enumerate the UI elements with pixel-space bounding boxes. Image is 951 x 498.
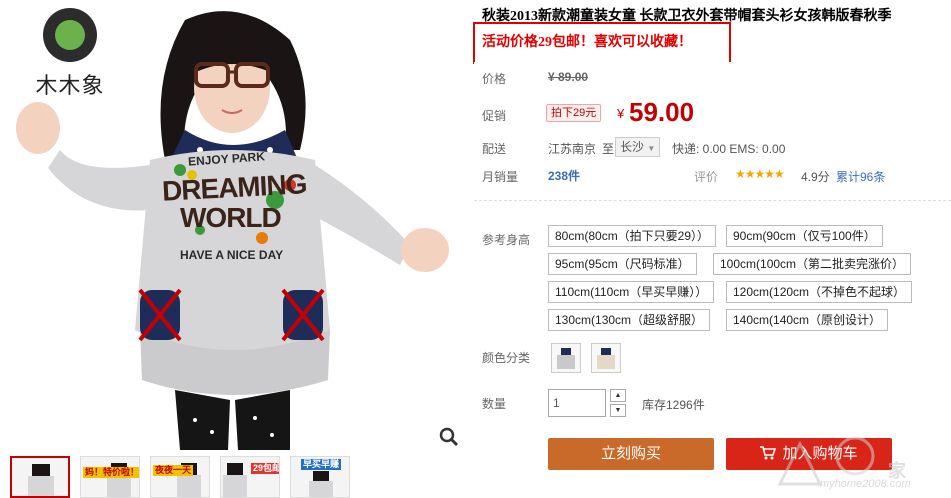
quantity-increase-button[interactable]: ▲ bbox=[610, 389, 626, 402]
thumbnail-strip: 妈！特价啦！ 夜夜一天 29包邮 早买早赚 bbox=[0, 456, 462, 498]
main-product-image[interactable]: ENJOY PARK DREAMING WORLD HAVE A NICE DA… bbox=[0, 0, 462, 450]
size-option-95[interactable]: 95cm(95cm（尺码标准） bbox=[548, 253, 697, 275]
thumbnail-label: 夜夜一天 bbox=[153, 465, 194, 476]
thumbnail-photo bbox=[177, 463, 201, 497]
product-gallery: ENJOY PARK DREAMING WORLD HAVE A NICE DA… bbox=[0, 0, 462, 498]
rating-value: 4.9分 bbox=[801, 170, 830, 184]
buy-now-button[interactable]: 立刻购买 bbox=[548, 438, 714, 470]
color-label: 颜色分类 bbox=[482, 351, 531, 365]
sale-price: 59.00 bbox=[629, 97, 695, 127]
destination-select[interactable]: 长沙 ▼ bbox=[615, 137, 661, 157]
promo-label: 促销 bbox=[482, 109, 507, 123]
shirt-print-line-3: WORLD bbox=[180, 202, 282, 233]
thumbnail-4[interactable]: 29包邮 bbox=[220, 456, 280, 498]
quantity-label: 数量 bbox=[482, 397, 507, 411]
shipping-fees: 快递: 0.00 EMS: 0.00 bbox=[672, 142, 786, 156]
sales-label: 月销量 bbox=[482, 170, 519, 184]
brand-badge bbox=[43, 8, 97, 62]
color-option-gray[interactable] bbox=[551, 343, 581, 373]
thumbnail-label: 妈！特价啦！ bbox=[83, 467, 140, 478]
shirt-print-line-4: HAVE A NICE DAY bbox=[180, 248, 284, 262]
quantity-decrease-button[interactable]: ▼ bbox=[610, 404, 626, 417]
site-watermark: 家 myhome2008.com bbox=[760, 424, 951, 498]
price-label: 价格 bbox=[482, 72, 507, 86]
brand-badge-center bbox=[55, 20, 85, 50]
size-option-80[interactable]: 80cm(80cm（拍下只要29）） bbox=[548, 225, 717, 247]
section-divider bbox=[474, 200, 951, 201]
height-label: 参考身高 bbox=[482, 233, 531, 247]
rating-label: 评价 bbox=[694, 170, 719, 184]
thumbnail-photo bbox=[28, 464, 54, 496]
brand-name: 木木象 bbox=[35, 74, 105, 99]
chevron-down-icon: ▼ bbox=[647, 144, 656, 153]
brand-logo: 木木象 bbox=[30, 8, 110, 99]
thumbnail-label: 早买早赚 bbox=[301, 459, 342, 470]
chevron-down-icon: ▼ bbox=[614, 407, 622, 414]
shipping-to: 至 bbox=[602, 142, 615, 156]
size-option-110[interactable]: 110cm(110cm（早买早赚）） bbox=[548, 281, 715, 303]
color-option-beige[interactable] bbox=[591, 343, 621, 373]
size-option-90[interactable]: 90cm(90cm（仅亏100件） bbox=[726, 225, 883, 247]
original-price: ¥ 89.00 bbox=[548, 70, 589, 84]
size-option-130[interactable]: 130cm(130cm（超级舒服） bbox=[548, 309, 711, 331]
magnifier-icon[interactable] bbox=[438, 426, 460, 448]
sales-count: 238件 bbox=[548, 169, 581, 183]
reviews-link[interactable]: 累计96条 bbox=[836, 168, 885, 185]
color-swatch-image bbox=[557, 348, 575, 369]
size-option-100[interactable]: 100cm(100cm（第二批卖完涨价） bbox=[713, 253, 912, 275]
currency-symbol: ¥ bbox=[617, 106, 625, 121]
rating-stars: ★★★★★ bbox=[735, 167, 785, 181]
size-option-120[interactable]: 120cm(120cm（不掉色不起球） bbox=[726, 281, 913, 303]
shipping-label: 配送 bbox=[482, 142, 507, 156]
thumbnail-3[interactable]: 夜夜一天 bbox=[150, 456, 210, 498]
promo-text: 活动价格29包邮！喜欢可以收藏！ bbox=[482, 35, 692, 50]
destination-value: 长沙 bbox=[620, 140, 645, 154]
stock-count: 库存1296件 bbox=[642, 398, 705, 412]
color-swatch-image bbox=[597, 348, 615, 369]
thumbnail-5[interactable]: 早买早赚 bbox=[290, 456, 350, 498]
watermark-url: myhome2008.com bbox=[820, 478, 911, 490]
shipping-origin: 江苏南京 bbox=[548, 142, 597, 156]
thumbnail-2[interactable]: 妈！特价啦！ bbox=[80, 456, 140, 498]
discount-badge: 拍下29元 bbox=[546, 104, 602, 122]
chevron-up-icon: ▲ bbox=[614, 392, 622, 399]
thumbnail-1[interactable] bbox=[10, 456, 70, 498]
thumbnail-label: 29包邮 bbox=[251, 463, 279, 474]
size-option-140[interactable]: 140cm(140cm（原创设计） bbox=[726, 309, 889, 331]
quantity-input[interactable]: 1 bbox=[548, 389, 606, 417]
